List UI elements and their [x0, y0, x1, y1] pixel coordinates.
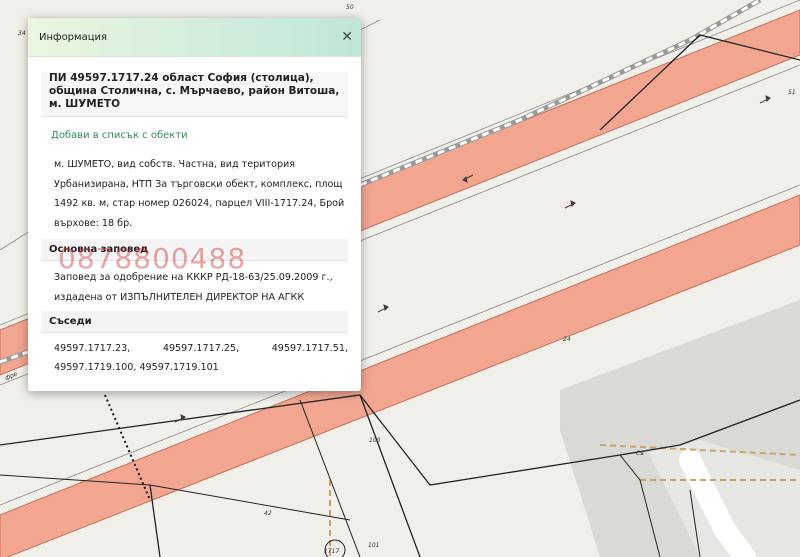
map-label: 51 — [788, 89, 796, 96]
popup-title: Информация — [39, 31, 108, 43]
neighbors-row: 49597.1717.23, 49597.1717.25, 49597.1717… — [54, 340, 348, 359]
neighbor-link[interactable]: 49597.1717.23, — [54, 340, 130, 359]
popup-header: Информация ✕ — [28, 18, 361, 57]
description-line: Урбанизирана, НТП За търговски обект, ко… — [54, 178, 343, 190]
order-line: Заповед за одобрение на КККР РД-18-63/25… — [54, 272, 333, 283]
neighbor-link[interactable]: 49597.1717.25, — [163, 340, 239, 359]
map-label: 50 — [346, 4, 354, 11]
close-icon[interactable]: ✕ — [341, 30, 353, 44]
description-line: м. ШУМЕТО, вид собств. Частна, вид терит… — [54, 159, 296, 170]
order-heading: Основна заповед — [41, 239, 348, 261]
map-label: 24 — [563, 336, 571, 343]
info-popup: Информация ✕ ПИ 49597.1717.24 област Соф… — [28, 18, 361, 391]
map-label: 42 — [264, 510, 272, 517]
popup-body: ПИ 49597.1717.24 област София (столица),… — [28, 72, 361, 377]
map-label: 1717 — [324, 548, 339, 555]
neighbors-list: 49597.1717.23, 49597.1717.25, 49597.1717… — [41, 333, 348, 377]
neighbors-row[interactable]: 49597.1719.100, 49597.1719.101 — [54, 359, 348, 378]
parcel-title: ПИ 49597.1717.24 област София (столица),… — [41, 72, 348, 117]
order-text: Заповед за одобрение на КККР РД-18-63/25… — [41, 261, 348, 307]
description-line: върхове: 18 бр. — [54, 217, 133, 229]
add-to-list-link[interactable]: Добави в списък с обекти — [51, 130, 188, 141]
map-label: Св — [636, 450, 644, 457]
order-line: издадена от ИЗПЪЛНИТЕЛЕН ДИРЕКТОР НА АГК… — [54, 291, 305, 303]
description-line: 1492 кв. м, стар номер 026024, парцел VI… — [54, 198, 345, 209]
map-label: 100 — [369, 437, 381, 444]
neighbor-link[interactable]: 49597.1717.51, — [272, 340, 348, 359]
neighbors-heading: Съседи — [41, 311, 348, 333]
parcel-description: м. ШУМЕТО, вид собств. Частна, вид терит… — [41, 155, 348, 233]
map-label: 101 — [368, 542, 379, 549]
map-label: 34 — [18, 30, 26, 37]
